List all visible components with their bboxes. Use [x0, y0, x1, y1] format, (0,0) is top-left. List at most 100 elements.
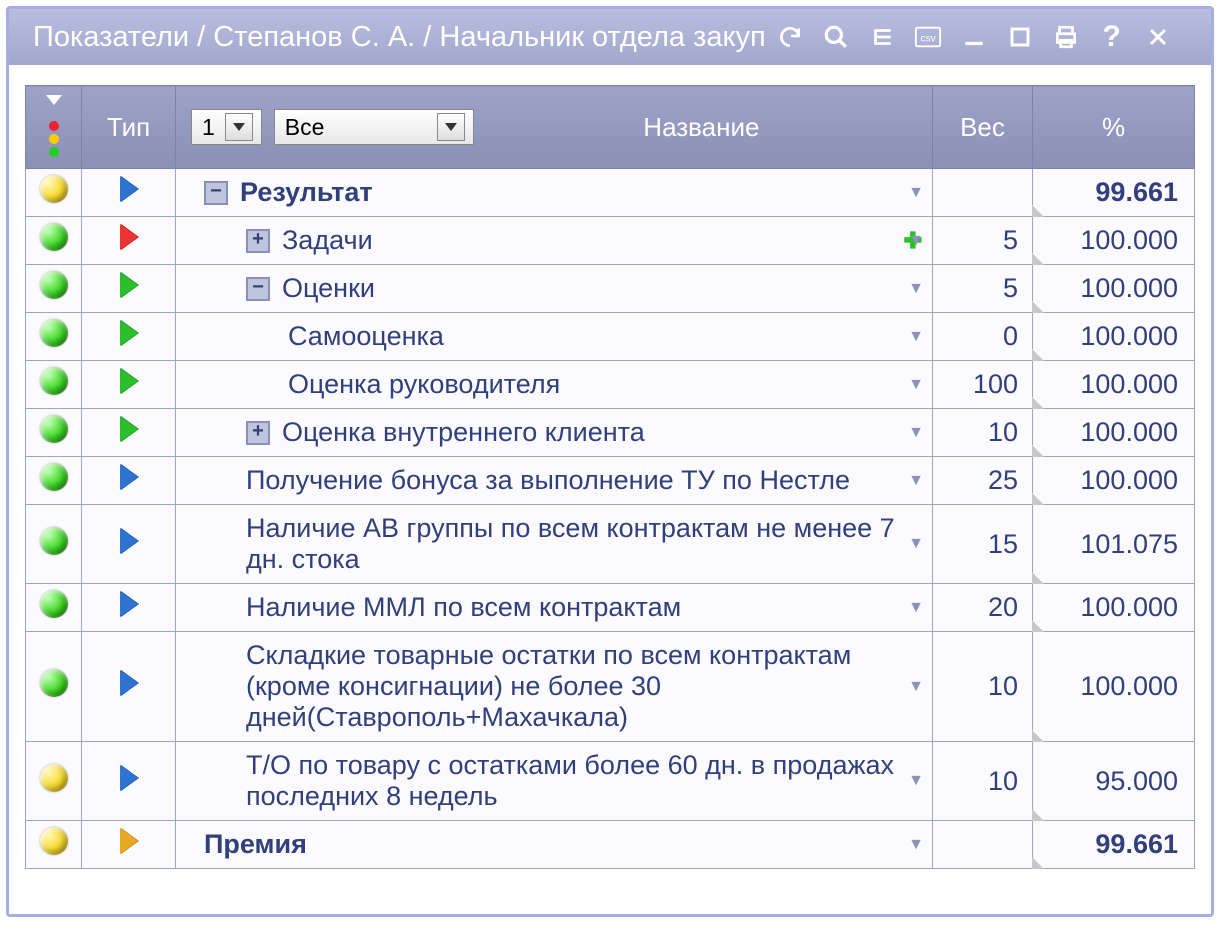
- row-label: Премия: [204, 829, 922, 860]
- table-row[interactable]: Получение бонуса за выполнение ТУ по Нес…: [26, 457, 1195, 505]
- row-menu-icon[interactable]: [908, 376, 924, 394]
- close-icon[interactable]: [1144, 23, 1172, 51]
- name-cell[interactable]: Наличие АВ группы по всем контрактам не …: [176, 505, 933, 584]
- name-cell[interactable]: Оценка руководителя: [176, 361, 933, 409]
- row-menu-icon[interactable]: [908, 836, 924, 854]
- table-row[interactable]: −Оценки5100.000: [26, 265, 1195, 313]
- export-csv-icon[interactable]: csv: [914, 23, 942, 51]
- header-pct[interactable]: %: [1033, 86, 1195, 169]
- table-row[interactable]: Самооценка0100.000: [26, 313, 1195, 361]
- minimize-icon[interactable]: [960, 23, 988, 51]
- level-dropdown[interactable]: 1: [191, 109, 262, 145]
- row-menu-icon[interactable]: [908, 232, 924, 250]
- row-menu-icon[interactable]: [908, 678, 924, 696]
- status-cell: [26, 584, 82, 632]
- name-cell[interactable]: −Результат: [176, 169, 933, 217]
- expand-icon[interactable]: +: [246, 229, 270, 253]
- green-status-icon: [40, 463, 68, 491]
- resize-corner-icon: [1032, 730, 1044, 742]
- pct-value: 100.000: [1080, 321, 1178, 351]
- type-cell: [82, 742, 176, 821]
- table-row[interactable]: Оценка руководителя100100.000: [26, 361, 1195, 409]
- table-row[interactable]: Премия 99.661: [26, 821, 1195, 869]
- level-dropdown-value: 1: [202, 114, 215, 141]
- header-weight[interactable]: Вес: [933, 86, 1033, 169]
- name-cell[interactable]: Складкие товарные остатки по всем контра…: [176, 632, 933, 742]
- name-cell[interactable]: −Оценки: [176, 265, 933, 313]
- pct-value: 95.000: [1095, 766, 1178, 796]
- table-row[interactable]: Наличие ММЛ по всем контрактам20 100.000: [26, 584, 1195, 632]
- name-cell[interactable]: Т/О по товару с остатками более 60 дн. в…: [176, 742, 933, 821]
- status-cell: [26, 265, 82, 313]
- name-cell[interactable]: Самооценка: [176, 313, 933, 361]
- weight-cell: 15: [933, 505, 1033, 584]
- resize-corner-icon: [1032, 205, 1044, 217]
- table-row[interactable]: Складкие товарные остатки по всем контра…: [26, 632, 1195, 742]
- pct-value: 99.661: [1095, 829, 1178, 859]
- expand-icon[interactable]: +: [246, 421, 270, 445]
- search-icon[interactable]: [822, 23, 850, 51]
- status-cell: [26, 313, 82, 361]
- table-row[interactable]: +Оценка внутреннего клиента10100.000: [26, 409, 1195, 457]
- level-dropdown-button[interactable]: [225, 113, 253, 141]
- row-menu-icon[interactable]: [908, 472, 924, 490]
- name-cell[interactable]: + Оценка внутреннего клиента: [176, 409, 933, 457]
- pct-value: 101.075: [1080, 529, 1178, 559]
- pct-cell: 100.000: [1033, 313, 1195, 361]
- pct-value: 100.000: [1080, 592, 1178, 622]
- resize-corner-icon: [1032, 445, 1044, 457]
- row-menu-icon[interactable]: [908, 280, 924, 298]
- row-label: Наличие АВ группы по всем контрактам не …: [246, 513, 922, 575]
- table-row[interactable]: Т/О по товару с остатками более 60 дн. в…: [26, 742, 1195, 821]
- weight-cell: 10: [933, 632, 1033, 742]
- green-status-icon: [40, 223, 68, 251]
- pct-value: 100.000: [1080, 369, 1178, 399]
- weight-cell: 20: [933, 584, 1033, 632]
- row-menu-icon[interactable]: [908, 535, 924, 553]
- list-icon[interactable]: [868, 23, 896, 51]
- name-cell[interactable]: +Задачи✚: [176, 217, 933, 265]
- header-status[interactable]: [26, 86, 82, 169]
- row-menu-icon[interactable]: [908, 328, 924, 346]
- type-cell: [82, 169, 176, 217]
- play-red-icon: [120, 224, 138, 250]
- table-row[interactable]: +Задачи✚5100.000: [26, 217, 1195, 265]
- play-amber-icon: [120, 828, 138, 854]
- header-type[interactable]: Тип: [82, 86, 176, 169]
- play-green-icon: [120, 368, 138, 394]
- type-cell: [82, 409, 176, 457]
- play-blue-icon: [120, 176, 138, 202]
- name-cell[interactable]: Наличие ММЛ по всем контрактам: [176, 584, 933, 632]
- play-blue-icon: [120, 464, 138, 490]
- filter-dropdown-value: Все: [285, 114, 325, 141]
- type-cell: [82, 265, 176, 313]
- row-menu-icon[interactable]: [908, 599, 924, 617]
- maximize-icon[interactable]: [1006, 23, 1034, 51]
- print-icon[interactable]: [1052, 23, 1080, 51]
- row-label: Оценка внутреннего клиента: [282, 417, 922, 448]
- collapse-icon[interactable]: −: [246, 277, 270, 301]
- row-menu-icon[interactable]: [908, 772, 924, 790]
- filter-dropdown-button[interactable]: [437, 113, 465, 141]
- weight-cell: [933, 821, 1033, 869]
- table-row[interactable]: −Результат 99.661: [26, 169, 1195, 217]
- name-cell[interactable]: Получение бонуса за выполнение ТУ по Нес…: [176, 457, 933, 505]
- collapse-icon[interactable]: −: [204, 181, 228, 205]
- weight-cell: 10: [933, 409, 1033, 457]
- table-row[interactable]: Наличие АВ группы по всем контрактам не …: [26, 505, 1195, 584]
- status-cell: [26, 457, 82, 505]
- green-status-icon: [40, 415, 68, 443]
- status-cell: [26, 821, 82, 869]
- refresh-icon[interactable]: [776, 23, 804, 51]
- app-window: Показатели / Степанов С. А. / Начальник …: [6, 6, 1214, 917]
- row-menu-icon[interactable]: [908, 184, 924, 202]
- row-menu-icon[interactable]: [908, 424, 924, 442]
- pct-cell: 100.000: [1033, 361, 1195, 409]
- filter-dropdown[interactable]: Все: [274, 109, 474, 145]
- chevron-down-icon[interactable]: [46, 95, 62, 105]
- help-icon[interactable]: ?: [1098, 23, 1126, 51]
- name-cell[interactable]: Премия: [176, 821, 933, 869]
- resize-corner-icon: [1032, 397, 1044, 409]
- pct-value: 99.661: [1095, 177, 1178, 207]
- row-label: Результат: [240, 177, 922, 208]
